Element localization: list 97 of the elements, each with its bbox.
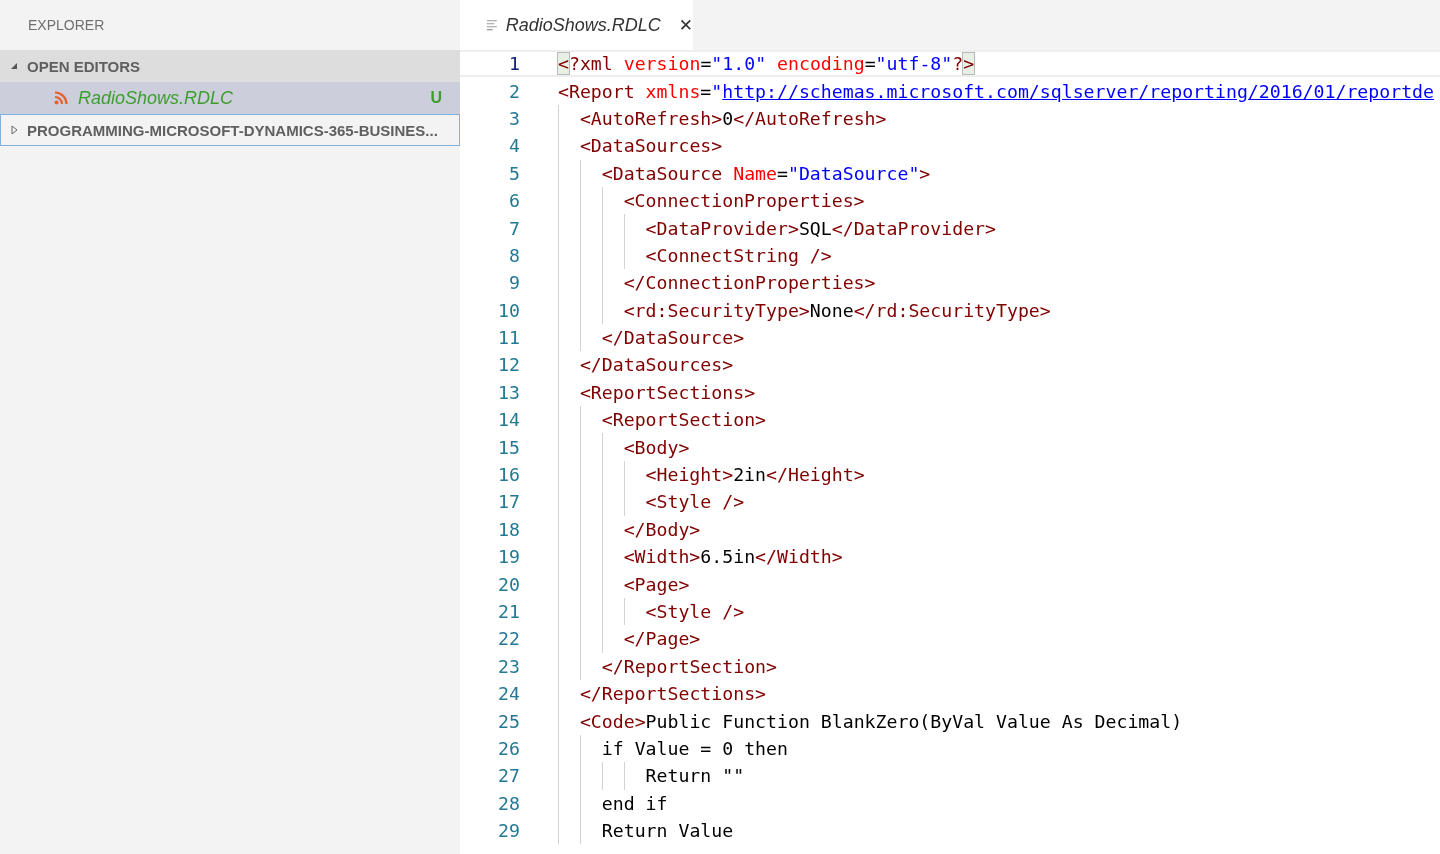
code-token: " — [711, 80, 723, 102]
line-number: 16 — [497, 464, 520, 486]
code-token: <DataSources> — [579, 135, 723, 157]
code-token: <Code> — [579, 710, 646, 732]
line-number: 8 — [508, 244, 520, 266]
code-token: <DataSource — [601, 162, 723, 184]
line-number: 17 — [497, 491, 520, 513]
line-number: 19 — [497, 546, 520, 568]
code-token: <ReportSection> — [601, 409, 767, 431]
code-token: 6.5in — [700, 546, 756, 568]
line-number: 29 — [497, 820, 520, 842]
code-token: </ReportSections> — [579, 683, 767, 705]
code-token: <Height> — [645, 464, 734, 486]
code-token: > — [919, 162, 931, 184]
line-number: 23 — [497, 655, 520, 677]
line-number: 4 — [508, 135, 520, 157]
line-number: 20 — [497, 573, 520, 595]
line-number: 11 — [497, 327, 520, 349]
line-number: 22 — [497, 628, 520, 650]
code-token: 0 — [722, 107, 734, 129]
code-token: </Height> — [766, 464, 865, 486]
code-token: < — [558, 53, 569, 75]
code-token: <ConnectString /> — [645, 244, 832, 266]
line-number: 12 — [497, 354, 520, 376]
line-number: 13 — [497, 381, 520, 403]
code-token: encoding — [776, 53, 865, 75]
code-token: <Width> — [623, 546, 701, 568]
code-token: = — [700, 80, 712, 102]
file-name: RadioShows.RDLC — [78, 87, 235, 109]
code-token: Return "" — [645, 765, 745, 787]
lines-icon — [486, 19, 498, 31]
code-link[interactable]: http://schemas.microsoft.com/sqlserver/reporting/2016/01/reportde — [722, 80, 1434, 102]
code-token: </Width> — [755, 546, 843, 568]
code-token: SQL — [798, 217, 832, 239]
expanded-caret-icon[interactable] — [9, 61, 19, 71]
line-number: 14 — [497, 409, 520, 431]
code-token: <Page> — [623, 573, 690, 595]
line-number: 21 — [497, 601, 520, 622]
code-token: = — [777, 162, 788, 184]
code-token: xmlns — [644, 80, 701, 102]
line-number: 25 — [497, 710, 520, 732]
code-token: "1.0" — [711, 53, 767, 75]
code-token: </Body> — [623, 518, 701, 540]
code-token: ? — [952, 53, 964, 75]
collapsed-caret-icon[interactable] — [9, 125, 19, 135]
line-number: 7 — [508, 217, 520, 239]
rss-icon — [54, 91, 68, 105]
line-number: 2 — [508, 80, 520, 102]
code-token: </DataSources> — [579, 354, 734, 376]
line-number: 5 — [508, 162, 520, 184]
section-header[interactable]: OPEN EDITORS — [0, 50, 460, 82]
code-token: <Report — [558, 80, 635, 102]
editor-tab[interactable]: RadioShows.RDLC ✕ — [460, 0, 693, 50]
code-token: </DataProvider> — [831, 217, 996, 239]
line-number: 1 — [508, 53, 520, 75]
line-number: 28 — [497, 792, 520, 814]
code-token: "DataSource" — [787, 162, 920, 184]
line-number: 10 — [497, 299, 520, 321]
code-token: Return Value — [601, 820, 734, 842]
code-token: <Body> — [623, 436, 690, 458]
code-token: end if — [601, 792, 668, 814]
code-token: </AutoRefresh> — [733, 107, 887, 129]
code-token: <AutoRefresh> — [579, 107, 723, 129]
close-button[interactable]: ✕ — [678, 15, 693, 35]
line-number: 15 — [497, 436, 520, 458]
code-token: <DataProvider> — [645, 217, 799, 239]
code-token: </rd:SecurityType> — [853, 299, 1051, 321]
code-token: None — [809, 299, 854, 321]
code-token: </Page> — [623, 628, 701, 650]
line-number: 18 — [497, 518, 520, 540]
code-token: version — [622, 53, 701, 75]
code-token: </DataSource> — [601, 327, 745, 349]
line-number: 27 — [497, 765, 520, 787]
code-token: if Value = 0 then — [601, 737, 788, 759]
code-token: > — [963, 53, 975, 75]
line-number: 24 — [497, 683, 520, 705]
line-number: 6 — [508, 190, 520, 212]
section-header[interactable]: PROGRAMMING-MICROSOFT-DYNAMICS-365-BUSINES... — [0, 114, 460, 146]
code-token: <rd:SecurityType> — [623, 299, 810, 321]
code-token: ?xml — [568, 53, 613, 75]
code-token: </ConnectionProperties> — [623, 272, 876, 294]
status-letter: U — [430, 89, 442, 107]
code-token: Public Function BlankZero(ByVal Value As Decimal) — [645, 710, 1183, 732]
code-token: = — [864, 53, 876, 75]
code-token: <Style /> — [645, 491, 745, 513]
code-token: <ConnectionProperties> — [623, 190, 865, 212]
code-token: <Style /> — [645, 601, 745, 622]
line-number: 26 — [497, 737, 520, 759]
code-token: <ReportSections> — [579, 381, 756, 403]
code-token: 2in — [733, 464, 767, 486]
code-token: = — [700, 53, 712, 75]
code-token: Name — [732, 162, 777, 184]
sidebar-title: EXPLORER — [27, 16, 106, 35]
code-token: </ReportSection> — [601, 655, 777, 677]
line-number: 3 — [508, 107, 520, 129]
line-number: 9 — [508, 272, 520, 294]
code-token: "utf-8" — [875, 53, 953, 75]
